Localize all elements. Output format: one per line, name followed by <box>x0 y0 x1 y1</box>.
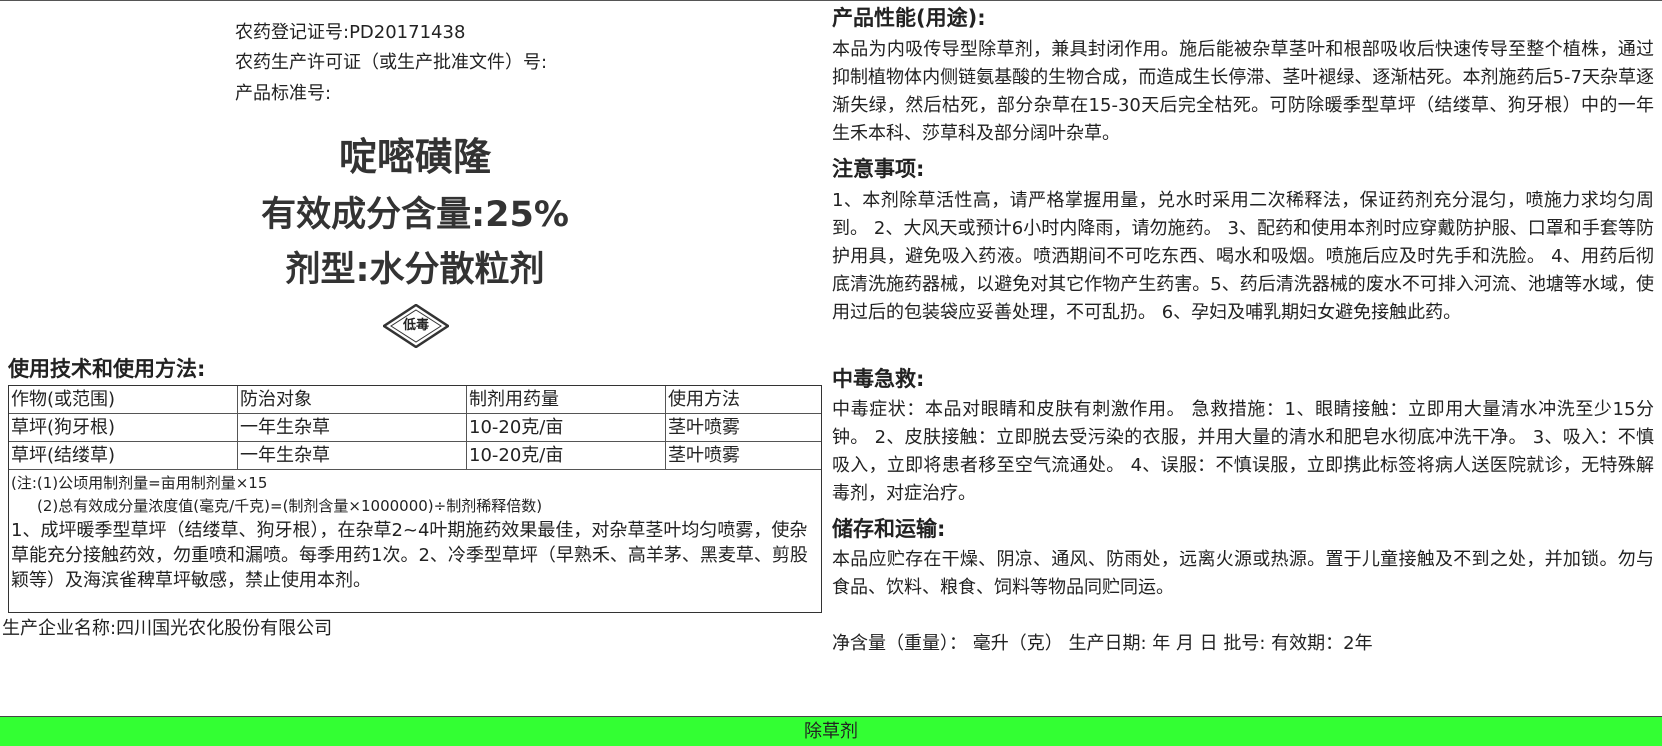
table-cell: 一年生杂草 <box>237 441 467 470</box>
caution-text: 1、本剂除草活性高，请严格掌握用量，兑水时采用二次稀释法，保证药剂充分混匀，喷施… <box>832 190 1654 323</box>
caution-heading: 注意事项: <box>832 157 925 181</box>
storage-text: 本品应贮存在干燥、阴凉、通风、防雨处，远离火源或热源。置于儿童接触及不到之处，并… <box>832 549 1654 598</box>
table-cell: 一年生杂草 <box>237 413 467 442</box>
table-note-2: (2)总有效成分量浓度值(毫克/千克)=(制剂含量×1000000)÷制剂稀释倍… <box>37 497 543 515</box>
table-cell: 草坪(狗牙根) <box>9 413 238 442</box>
usage-instructions: 1、成坪暖季型草坪（结缕草、狗牙根），在杂草2~4叶期施药效果最佳，对杂草茎叶均… <box>11 520 808 591</box>
table-note-1: (注:(1)公顷用制剂量=亩用制剂量×15 <box>11 474 268 492</box>
storage-heading: 储存和运输: <box>832 517 946 541</box>
table-cell: 10-20克/亩 <box>466 413 666 442</box>
table-header-row: 作物(或范围) 防治对象 制剂用药量 使用方法 <box>9 386 821 414</box>
toxicity-badge-text: 低毒 <box>402 318 429 333</box>
table-row: 草坪(结缕草) 一年生杂草 10-20克/亩 茎叶喷雾 <box>9 441 821 470</box>
product-name: 啶嘧磺隆 <box>338 135 491 179</box>
active-ingredient-content: 有效成分含量:25% <box>261 195 569 235</box>
top-border-line <box>0 0 1662 1</box>
table-cell: 茎叶喷雾 <box>665 441 821 470</box>
table-header-cell: 防治对象 <box>237 386 467 414</box>
table-row: 草坪(狗牙根) 一年生杂草 10-20克/亩 茎叶喷雾 <box>9 413 821 442</box>
performance-text: 本品为内吸传导型除草剂，兼具封闭作用。施后能被杂草茎叶和根部吸收后快速传导至整个… <box>832 39 1654 144</box>
usage-heading: 使用技术和使用方法: <box>8 357 206 381</box>
table-header-cell: 作物(或范围) <box>9 386 238 414</box>
category-label: 除草剂 <box>804 721 858 742</box>
formulation-type: 剂型:水分散粒剂 <box>285 250 545 290</box>
performance-heading: 产品性能(用途): <box>832 6 986 30</box>
first-aid-heading: 中毒急救: <box>832 367 925 391</box>
registration-number: 农药登记证号:PD20171438 <box>235 22 466 43</box>
first-aid-text: 中毒症状：本品对眼睛和皮肤有刺激作用。 急救措施：1、眼睛接触：立即用大量清水冲… <box>832 399 1654 504</box>
table-header-cell: 制剂用药量 <box>466 386 666 414</box>
manufacturer-name: 生产企业名称:四川国光农化股份有限公司 <box>2 618 333 639</box>
net-content-line: 净含量（重量）： 毫升（克） 生产日期: 年 月 日 批号: 有效期：2年 <box>832 633 1373 654</box>
usage-table: 作物(或范围) 防治对象 制剂用药量 使用方法 草坪(狗牙根) 一年生杂草 10… <box>9 386 821 470</box>
production-license-number: 农药生产许可证（或生产批准文件）号: <box>235 52 548 73</box>
low-toxicity-badge: 低毒 <box>381 303 451 349</box>
category-footer-bar: 除草剂 <box>0 716 1662 746</box>
usage-box: 作物(或范围) 防治对象 制剂用药量 使用方法 草坪(狗牙根) 一年生杂草 10… <box>8 385 822 613</box>
table-cell: 茎叶喷雾 <box>665 413 821 442</box>
table-cell: 10-20克/亩 <box>466 441 666 470</box>
table-header-cell: 使用方法 <box>665 386 821 414</box>
table-cell: 草坪(结缕草) <box>9 441 238 470</box>
product-standard-number: 产品标准号: <box>235 83 332 104</box>
